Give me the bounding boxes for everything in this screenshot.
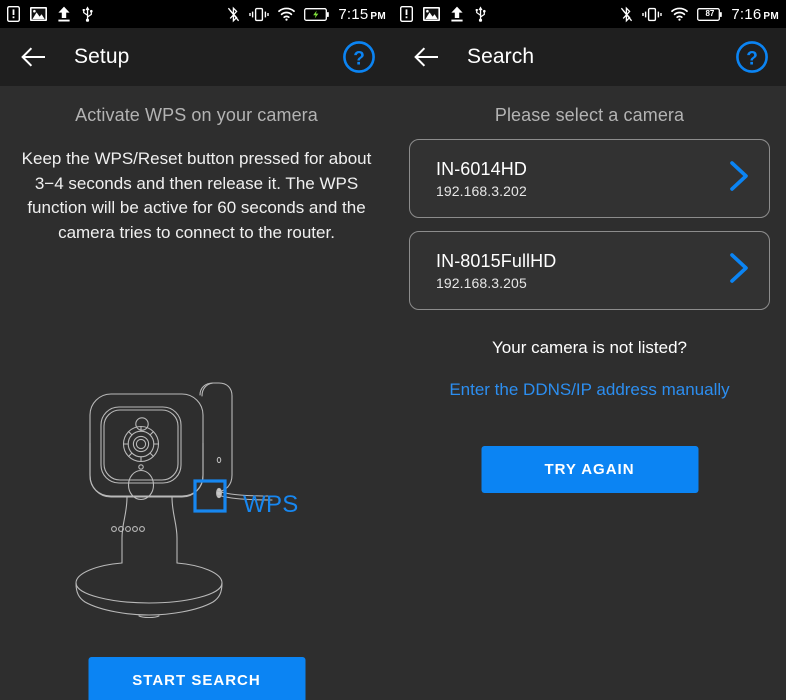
- battery-percentage: 87: [705, 9, 715, 18]
- clock-time: 7:16: [731, 5, 762, 23]
- wifi-icon: [278, 7, 296, 21]
- help-circle-icon: ?: [343, 41, 375, 73]
- search-heading: Please select a camera: [494, 105, 685, 125]
- camera-model: IN-6014HD: [436, 158, 527, 179]
- svg-text:?: ?: [746, 48, 758, 69]
- status-bar-clock: 7:15 PM: [338, 6, 386, 23]
- help-button[interactable]: ?: [339, 37, 379, 77]
- arrow-left-icon: [21, 47, 45, 67]
- svg-text:?: ?: [353, 48, 365, 69]
- battery-level-icon: 87: [697, 7, 723, 21]
- vibrate-icon: [642, 7, 663, 21]
- app-bar-setup: Setup ?: [0, 28, 393, 86]
- page-title: Search: [467, 45, 535, 68]
- bluetooth-off-icon: [621, 6, 633, 22]
- camera-list-item[interactable]: IN-6014HD 192.168.3.202: [409, 139, 770, 218]
- sim-alert-icon: [7, 6, 20, 22]
- not-listed-text: Your camera is not listed?: [492, 338, 687, 357]
- chevron-right-icon: [727, 159, 751, 198]
- photo-icon: [30, 7, 47, 21]
- camera-model: IN-8015FullHD: [436, 250, 557, 271]
- battery-charging-icon: [304, 7, 330, 21]
- camera-info: IN-6014HD 192.168.3.202: [436, 159, 527, 199]
- chevron-right-icon: [727, 251, 751, 290]
- start-search-button[interactable]: START SEARCH: [88, 657, 305, 700]
- clock-time: 7:15: [338, 5, 369, 23]
- setup-heading: Activate WPS on your camera: [75, 105, 318, 125]
- vibrate-icon: [249, 7, 270, 21]
- camera-info: IN-8015FullHD 192.168.3.205: [436, 251, 556, 291]
- status-bar: 87 7:16 PM: [393, 0, 786, 28]
- status-bar-clock: 7:16 PM: [731, 6, 779, 23]
- arrow-left-icon: [414, 47, 438, 67]
- manual-ddns-link[interactable]: Enter the DDNS/IP address manually: [405, 380, 774, 400]
- app-bar-search: Search ?: [393, 28, 786, 86]
- help-button[interactable]: ?: [732, 37, 772, 77]
- screen-setup: 7:15 PM Setup ? Activate WPS on your cam…: [0, 0, 393, 700]
- usb-icon: [82, 6, 93, 22]
- clock-ampm: PM: [763, 10, 779, 22]
- back-button[interactable]: [14, 37, 54, 77]
- try-again-button[interactable]: TRY AGAIN: [481, 446, 698, 493]
- camera-ip-address: 192.168.3.202: [436, 182, 527, 199]
- search-body: Please select a camera IN-6014HD 192.168…: [393, 105, 786, 700]
- photo-icon: [423, 7, 440, 21]
- back-button[interactable]: [407, 37, 447, 77]
- upload-icon: [451, 6, 463, 22]
- camera-list-item[interactable]: IN-8015FullHD 192.168.3.205: [409, 231, 770, 310]
- usb-icon: [475, 6, 486, 22]
- upload-icon: [58, 6, 70, 22]
- status-bar-right-icons: 7:15 PM: [227, 6, 386, 23]
- wifi-icon: [671, 7, 689, 21]
- clock-ampm: PM: [370, 10, 386, 22]
- status-bar-left-icons: [400, 6, 487, 22]
- camera-ip-address: 192.168.3.205: [436, 274, 527, 291]
- setup-instructions: Keep the WPS/Reset button pressed for ab…: [21, 149, 372, 242]
- sim-alert-icon: [400, 6, 413, 22]
- status-bar-right-icons: 87 7:16 PM: [620, 6, 779, 23]
- setup-body: Activate WPS on your camera Keep the WPS…: [0, 105, 393, 700]
- wps-callout-label: WPS: [243, 491, 299, 518]
- dual-screenshot-container: 7:15 PM Setup ? Activate WPS on your cam…: [0, 0, 786, 700]
- status-bar: 7:15 PM: [0, 0, 393, 28]
- bluetooth-off-icon: [228, 6, 240, 22]
- status-bar-left-icons: [7, 6, 94, 22]
- help-circle-icon: ?: [736, 41, 768, 73]
- screen-search: 87 7:16 PM Search ? Please select a came…: [393, 0, 786, 700]
- ip-camera-illustration: [67, 295, 327, 640]
- page-title: Setup: [74, 45, 130, 68]
